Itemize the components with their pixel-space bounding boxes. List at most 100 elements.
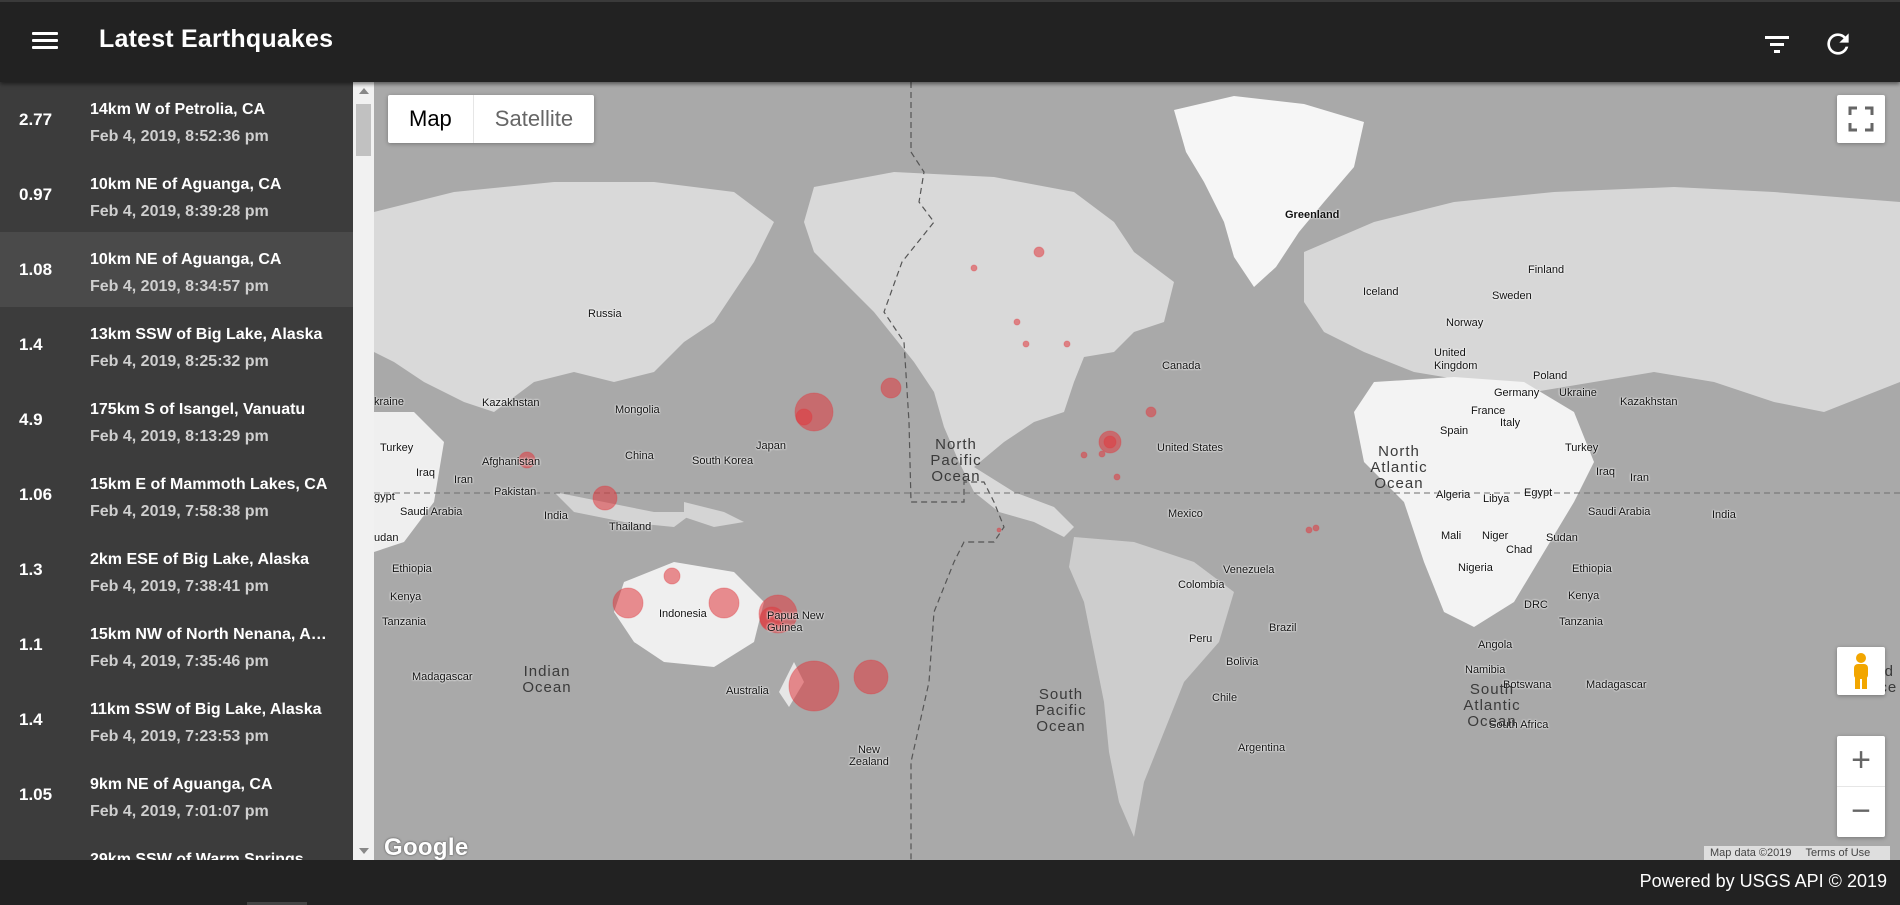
label-bolivia: Bolivia bbox=[1226, 656, 1259, 668]
list-item[interactable]: 29km SSW of Warm Springs, Ne... bbox=[0, 832, 353, 860]
list-item-selected[interactable]: 1.08 10km NE of Aguanga, CA Feb 4, 2019,… bbox=[0, 232, 353, 307]
quake-marker[interactable] bbox=[1145, 406, 1157, 418]
scroll-up-arrow-icon[interactable] bbox=[359, 88, 369, 94]
label-kazakhstan-west: Kazakhstan bbox=[482, 397, 540, 409]
quake-marker[interactable] bbox=[970, 264, 978, 272]
map-type-satellite-button[interactable]: Satellite bbox=[472, 95, 594, 143]
timestamp: Feb 4, 2019, 7:35:46 pm bbox=[90, 653, 269, 670]
google-logo[interactable]: Google bbox=[384, 834, 468, 860]
map-credits: Map data ©2019 Terms of Use bbox=[1704, 846, 1891, 860]
location: 2km ESE of Big Lake, Alaska bbox=[90, 551, 310, 568]
timestamp: Feb 4, 2019, 8:13:29 pm bbox=[90, 428, 269, 445]
list-item[interactable]: 1.4 11km SSW of Big Lake, Alaska Feb 4, … bbox=[0, 682, 353, 757]
quake-marker[interactable] bbox=[1312, 524, 1320, 532]
scroll-down-arrow-icon[interactable] bbox=[359, 848, 369, 854]
quake-marker[interactable] bbox=[1098, 450, 1106, 458]
location: 11km SSW of Big Lake, Alaska bbox=[90, 701, 322, 718]
magnitude: 0.97 bbox=[19, 185, 53, 204]
list-item[interactable]: 1.4 13km SSW of Big Lake, Alaska Feb 4, … bbox=[0, 307, 353, 382]
timestamp: Feb 4, 2019, 8:34:57 pm bbox=[90, 278, 269, 295]
label-south-atlantic: South Atlantic Ocean bbox=[1463, 681, 1521, 730]
label-united-states: United States bbox=[1157, 442, 1224, 454]
location: 14km W of Petrolia, CA bbox=[90, 101, 266, 118]
zoom-in-button[interactable]: + bbox=[1837, 736, 1885, 787]
quake-marker[interactable] bbox=[1022, 340, 1030, 348]
world-map[interactable]: Greenland Iceland Finland Sweden Norway … bbox=[374, 82, 1900, 860]
label-pakistan: Pakistan bbox=[494, 486, 537, 498]
earthquake-list-panel: 2.77 14km W of Petrolia, CA Feb 4, 2019,… bbox=[0, 82, 353, 860]
timestamp: Feb 4, 2019, 7:58:38 pm bbox=[90, 503, 269, 520]
app-footer: Powered by USGS API © 2019 bbox=[0, 860, 1900, 905]
map-type-control: Map Satellite bbox=[388, 95, 595, 143]
location: 29km SSW of Warm Springs, Ne... bbox=[90, 851, 330, 860]
location: 13km SSW of Big Lake, Alaska bbox=[90, 326, 323, 343]
magnitude: 1.05 bbox=[19, 785, 53, 804]
label-egypt-west: gypt bbox=[374, 491, 395, 503]
refresh-icon[interactable] bbox=[1822, 28, 1854, 60]
quake-marker[interactable] bbox=[1103, 435, 1117, 449]
quake-marker[interactable] bbox=[1080, 451, 1088, 459]
quake-marker[interactable] bbox=[1113, 473, 1121, 481]
label-brazil: Brazil bbox=[1269, 622, 1297, 634]
zoom-control: + − bbox=[1837, 736, 1885, 837]
terms-of-use-link[interactable]: Terms of Use bbox=[1806, 847, 1871, 859]
quake-marker[interactable] bbox=[612, 587, 644, 619]
quake-marker[interactable] bbox=[788, 660, 840, 712]
street-view-pegman-icon[interactable] bbox=[1837, 647, 1885, 695]
list-item[interactable]: 1.06 15km E of Mammoth Lakes, CA Feb 4, … bbox=[0, 457, 353, 532]
footer-attribution: Powered by USGS API © 2019 bbox=[1639, 871, 1887, 891]
quake-marker[interactable] bbox=[795, 408, 813, 426]
map-type-map-button[interactable]: Map bbox=[388, 95, 473, 143]
label-ukraine: Ukraine bbox=[1559, 387, 1597, 399]
quake-marker[interactable] bbox=[1033, 246, 1045, 258]
label-tanzania-east: Tanzania bbox=[1559, 616, 1604, 628]
timestamp: Feb 4, 2019, 8:52:36 pm bbox=[90, 128, 269, 145]
magnitude: 1.06 bbox=[19, 485, 53, 504]
label-niger: Niger bbox=[1482, 530, 1509, 542]
label-drc: DRC bbox=[1524, 599, 1548, 611]
list-item[interactable]: 2.77 14km W of Petrolia, CA Feb 4, 2019,… bbox=[0, 82, 353, 157]
filter-icon[interactable] bbox=[1762, 30, 1792, 58]
label-north-pacific: North Pacific Ocean bbox=[930, 436, 982, 485]
label-kenya-west: Kenya bbox=[390, 591, 422, 603]
label-uk: United Kingdom bbox=[1434, 347, 1478, 372]
magnitude: 1.3 bbox=[19, 560, 43, 579]
label-poland: Poland bbox=[1533, 370, 1568, 382]
list-item[interactable]: 1.3 2km ESE of Big Lake, Alaska Feb 4, 2… bbox=[0, 532, 353, 607]
menu-icon[interactable] bbox=[28, 28, 62, 58]
earthquake-list: 2.77 14km W of Petrolia, CA Feb 4, 2019,… bbox=[0, 82, 353, 860]
quake-marker[interactable] bbox=[996, 527, 1002, 533]
label-tanzania-west: Tanzania bbox=[382, 616, 427, 628]
quake-marker[interactable] bbox=[880, 377, 902, 399]
scrollbar-thumb[interactable] bbox=[356, 104, 371, 156]
label-namibia: Namibia bbox=[1465, 664, 1506, 676]
quake-marker[interactable] bbox=[1305, 526, 1313, 534]
quake-marker[interactable] bbox=[853, 659, 889, 695]
zoom-out-button[interactable]: − bbox=[1837, 787, 1885, 837]
location: 9km NE of Aguanga, CA bbox=[90, 776, 273, 793]
quake-marker[interactable] bbox=[1013, 318, 1021, 326]
label-france: France bbox=[1471, 405, 1506, 417]
label-india-west: India bbox=[544, 510, 568, 522]
location: 15km E of Mammoth Lakes, CA bbox=[90, 476, 328, 493]
quake-marker[interactable] bbox=[663, 567, 681, 585]
app-header: Latest Earthquakes bbox=[0, 0, 1900, 82]
label-venezuela: Venezuela bbox=[1223, 564, 1275, 576]
label-algeria: Algeria bbox=[1436, 489, 1471, 501]
map-data-attribution[interactable]: Map data ©2019 bbox=[1710, 847, 1792, 859]
list-item[interactable]: 0.97 10km NE of Aguanga, CA Feb 4, 2019,… bbox=[0, 157, 353, 232]
quake-marker[interactable] bbox=[708, 587, 740, 619]
list-item[interactable]: 4.9 175km S of Isangel, Vanuatu Feb 4, 2… bbox=[0, 382, 353, 457]
label-australia: Australia bbox=[726, 685, 769, 697]
quake-marker[interactable] bbox=[592, 485, 618, 511]
list-item[interactable]: 1.05 9km NE of Aguanga, CA Feb 4, 2019, … bbox=[0, 757, 353, 832]
label-germany: Germany bbox=[1494, 387, 1540, 399]
list-item[interactable]: 1.1 15km NW of North Nenana, Ala... Feb … bbox=[0, 607, 353, 682]
list-scrollbar[interactable] bbox=[353, 82, 374, 860]
label-mali: Mali bbox=[1441, 530, 1462, 542]
magnitude: 1.08 bbox=[19, 260, 53, 279]
quake-marker[interactable] bbox=[1063, 340, 1071, 348]
label-finland: Finland bbox=[1528, 264, 1565, 276]
magnitude: 1.1 bbox=[19, 635, 43, 654]
fullscreen-icon[interactable] bbox=[1837, 95, 1885, 143]
